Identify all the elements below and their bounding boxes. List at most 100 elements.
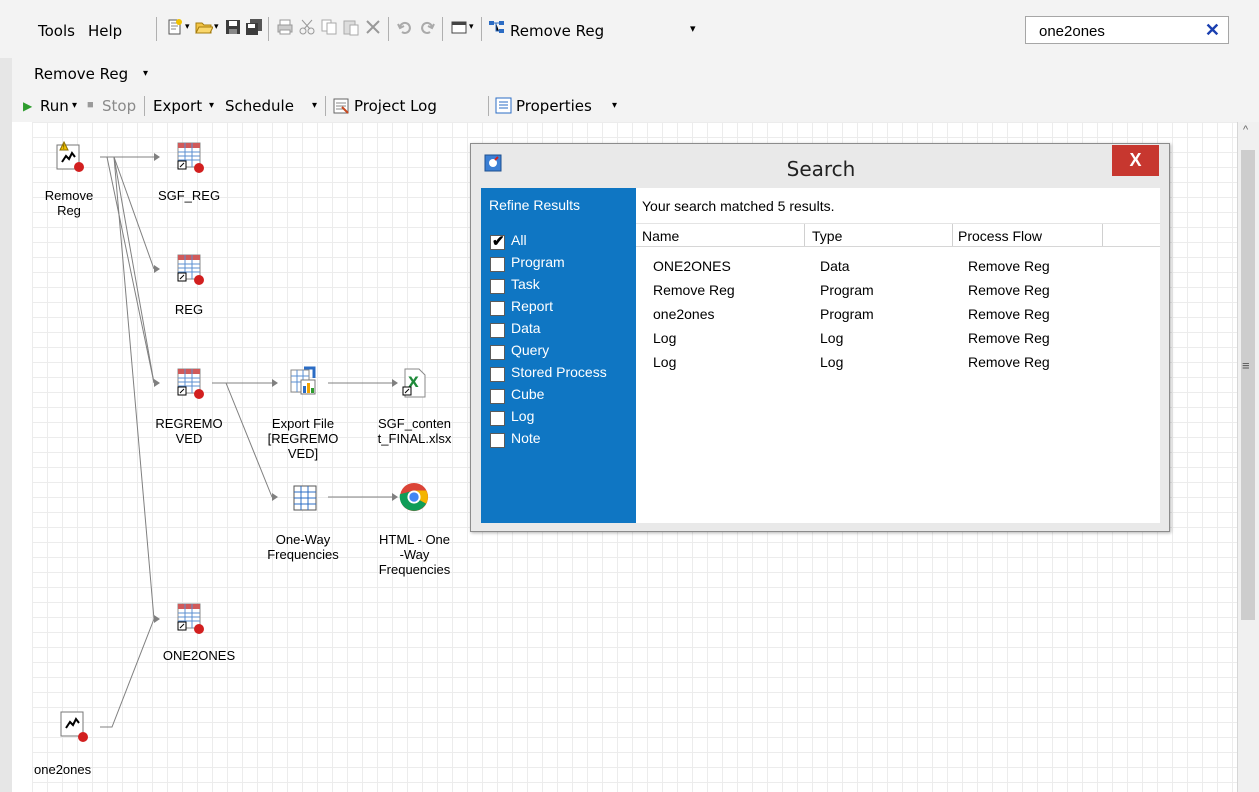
- filter-checkbox[interactable]: [490, 257, 505, 272]
- export-dropdown-icon[interactable]: ▾: [209, 100, 214, 111]
- filter-checkbox[interactable]: [490, 367, 505, 382]
- export-button[interactable]: Export: [153, 97, 202, 115]
- table-row[interactable]: ONE2ONES Data Remove Reg: [636, 258, 1160, 278]
- table-row[interactable]: Log Log Remove Reg: [636, 354, 1160, 374]
- clear-search-icon[interactable]: ✕: [1205, 20, 1220, 41]
- tab-remove-reg[interactable]: Remove Reg: [34, 65, 128, 83]
- excel-file-icon[interactable]: X: [399, 367, 429, 399]
- toolbar-separator: [144, 96, 145, 116]
- result-name: Log: [653, 354, 677, 370]
- project-log-icon: [333, 98, 349, 114]
- column-divider[interactable]: [804, 224, 805, 246]
- filter-checkbox[interactable]: [490, 411, 505, 426]
- results-table-header: Name Type Process Flow: [636, 223, 1160, 247]
- run-icon[interactable]: ▶: [23, 99, 32, 113]
- filter-label: Program: [511, 254, 565, 270]
- table-row[interactable]: Log Log Remove Reg: [636, 330, 1160, 350]
- column-header-name[interactable]: Name: [642, 228, 679, 244]
- redo-icon[interactable]: [418, 18, 436, 36]
- new-icon[interactable]: [166, 18, 184, 36]
- search-input-value: one2ones: [1039, 23, 1105, 40]
- scrollbar-thumb[interactable]: [1241, 150, 1255, 620]
- filter-checkbox[interactable]: [490, 389, 505, 404]
- menu-tools[interactable]: Tools: [38, 22, 75, 40]
- process-flow-icon[interactable]: [488, 18, 506, 36]
- dataset-icon[interactable]: [174, 367, 204, 399]
- tab-dropdown-icon[interactable]: ▾: [143, 68, 148, 79]
- column-header-type[interactable]: Type: [812, 228, 842, 244]
- dataset-icon[interactable]: [174, 253, 204, 285]
- dialog-title: Search: [786, 157, 856, 181]
- print-icon[interactable]: [276, 18, 294, 36]
- table-row[interactable]: one2ones Program Remove Reg: [636, 306, 1160, 326]
- refine-results-panel: Refine Results ✔ All Program Task Report Data…: [481, 188, 636, 523]
- run-dropdown-icon[interactable]: ▾: [72, 100, 77, 111]
- schedule-button[interactable]: Schedule: [225, 97, 294, 115]
- undo-icon[interactable]: [396, 18, 414, 36]
- cut-icon[interactable]: [298, 18, 316, 36]
- stop-button[interactable]: Stop: [102, 97, 136, 115]
- project-log-button[interactable]: Project Log: [354, 97, 437, 115]
- dataset-icon[interactable]: [174, 141, 204, 173]
- canvas-vertical-scrollbar[interactable]: ^ ≡: [1237, 122, 1259, 792]
- process-flow-dropdown-icon[interactable]: ▾: [690, 22, 696, 35]
- export-file-icon[interactable]: [288, 366, 318, 398]
- node-label-one2ones-data: ONE2ONES: [162, 648, 236, 663]
- table-row[interactable]: Remove Reg Program Remove Reg: [636, 282, 1160, 302]
- one-way-frequencies-icon[interactable]: [290, 482, 320, 514]
- copy-icon[interactable]: [320, 18, 338, 36]
- filter-checkbox[interactable]: [490, 433, 505, 448]
- filter-label: Report: [511, 298, 554, 314]
- process-flow-tab-bar: Remove Reg ▾: [12, 58, 1259, 91]
- open-icon[interactable]: [195, 18, 213, 36]
- properties-dropdown-icon[interactable]: ▾: [612, 100, 617, 111]
- flow-toolbar: ▶ Run ▾ ■ Stop Export ▾ Schedule ▾ Proje…: [12, 90, 1259, 123]
- column-divider[interactable]: [1102, 224, 1103, 246]
- filter-checkbox[interactable]: [490, 301, 505, 316]
- filter-label: Data: [511, 320, 541, 336]
- filter-checkbox[interactable]: [490, 345, 505, 360]
- toolbar-separator: [325, 96, 326, 116]
- program-icon[interactable]: !: [54, 140, 84, 172]
- paste-icon[interactable]: [342, 18, 360, 36]
- run-button[interactable]: Run: [40, 97, 69, 115]
- node-label-remove-reg: Remove Reg: [44, 188, 94, 218]
- filter-label: All: [511, 232, 527, 248]
- window-icon[interactable]: [450, 18, 468, 36]
- open-dropdown-icon[interactable]: ▾: [214, 21, 219, 32]
- process-flow-selector[interactable]: Remove Reg: [510, 22, 604, 40]
- filter-checkbox[interactable]: [490, 323, 505, 338]
- column-header-process-flow[interactable]: Process Flow: [958, 228, 1042, 244]
- results-summary: Your search matched 5 results.: [642, 198, 835, 214]
- result-process-flow: Remove Reg: [968, 258, 1050, 274]
- browser-html-icon[interactable]: [399, 481, 429, 513]
- filter-label: Query: [511, 342, 550, 358]
- result-process-flow: Remove Reg: [968, 354, 1050, 370]
- menu-help[interactable]: Help: [88, 22, 122, 40]
- window-dropdown-icon[interactable]: ▾: [469, 21, 474, 32]
- save-icon[interactable]: [224, 18, 242, 36]
- result-type: Log: [820, 330, 844, 346]
- result-name: Log: [653, 330, 677, 346]
- results-panel: Your search matched 5 results. Name Type…: [636, 188, 1160, 523]
- dataset-icon[interactable]: [174, 602, 204, 634]
- properties-button[interactable]: Properties: [516, 97, 592, 115]
- menu-bar: Tools Help ▾ ▾ ▾ Remove Reg ▾ one2ones ✕: [0, 0, 1259, 59]
- toolbar-separator: [388, 17, 389, 41]
- filter-checkbox[interactable]: [490, 279, 505, 294]
- filter-label: Stored Process: [511, 364, 607, 380]
- node-label-regremoved: REGREMO VED: [155, 416, 223, 446]
- column-divider[interactable]: [952, 224, 953, 246]
- scroll-up-arrow-icon[interactable]: ^: [1243, 124, 1248, 136]
- filter-checkbox[interactable]: ✔: [490, 233, 505, 250]
- schedule-dropdown-icon[interactable]: ▾: [312, 100, 317, 111]
- search-input[interactable]: one2ones ✕: [1025, 16, 1229, 44]
- new-dropdown-icon[interactable]: ▾: [185, 21, 190, 32]
- filter-label: Task: [511, 276, 540, 292]
- toolbar-separator: [268, 17, 269, 41]
- delete-icon[interactable]: [364, 18, 382, 36]
- program-icon[interactable]: [58, 710, 88, 742]
- save-all-icon[interactable]: [245, 18, 263, 36]
- close-button[interactable]: X: [1112, 145, 1159, 176]
- filter-label: Log: [511, 408, 535, 424]
